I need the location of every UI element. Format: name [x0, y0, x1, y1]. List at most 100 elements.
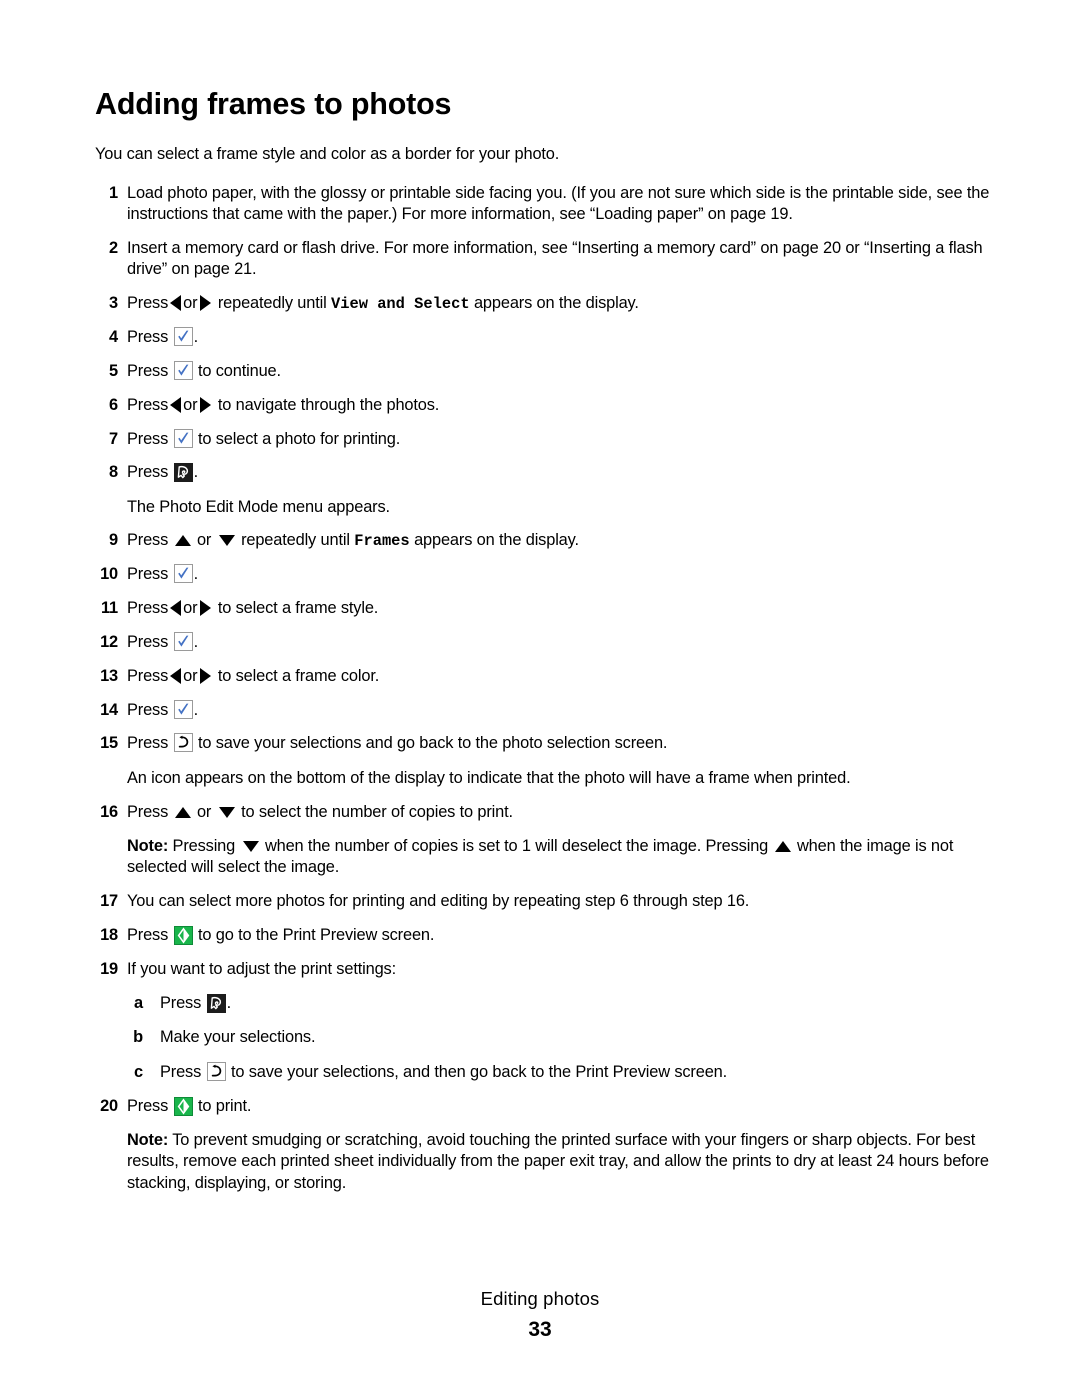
step-item: 12 Press .: [95, 631, 995, 653]
step-text-mid: or: [183, 599, 198, 618]
step-item: 9 Press or repeatedly until Frames appea…: [95, 530, 995, 551]
step-text-pre: Press: [127, 565, 169, 584]
step-text-tail: to navigate through the photos.: [217, 395, 440, 414]
step-text-pre: Press: [127, 361, 169, 380]
step-text-tail: .: [193, 463, 199, 482]
substeps-list: a Press . b Make your selections. c Pres…: [127, 993, 995, 1083]
left-arrow-icon: [170, 396, 182, 413]
substep-item: c Press to save your selections, and the…: [127, 1061, 995, 1083]
step-item: 17 You can select more photos for printi…: [95, 891, 995, 912]
step-number: 17: [100, 892, 118, 911]
step-number: 5: [109, 361, 118, 380]
step-text: Press to continue.: [127, 360, 995, 382]
step-text: Press or to select a frame style.: [127, 598, 995, 619]
step-text-pre: Press: [127, 734, 169, 753]
left-arrow-icon: [170, 600, 182, 617]
step-item: 6 Press or to navigate through the photos…: [95, 395, 995, 416]
step-item: 13 Press or to select a frame color.: [95, 666, 995, 687]
step-text: Press or repeatedly until View and Select…: [127, 293, 995, 314]
right-arrow-icon: [200, 295, 212, 312]
start-button-icon: [173, 1096, 193, 1116]
display-message: Frames: [354, 532, 410, 551]
down-arrow-icon: [242, 840, 259, 852]
note-block: Note: Pressing when the number of copies…: [127, 836, 995, 879]
step-text: Press . The Photo Edit Mode menu appears…: [127, 462, 995, 518]
page-title: Adding frames to photos: [95, 87, 452, 121]
footer-page-number: 33: [528, 1318, 552, 1341]
step-item: 7 Press to select a photo for printing.: [95, 428, 995, 450]
check-button-icon: [173, 631, 193, 651]
step-number: 11: [100, 599, 118, 618]
page-content: Adding frames to photos You can select a…: [95, 87, 995, 1206]
step-text-pre: Press: [127, 463, 169, 482]
step-number: 1: [109, 183, 118, 202]
step-text: Insert a memory card or flash drive. For…: [127, 239, 983, 279]
check-button-icon: [173, 327, 193, 347]
right-arrow-icon: [200, 667, 212, 684]
document-page: Adding frames to photos You can select a…: [0, 0, 1080, 1397]
step-text: Press .: [127, 564, 995, 585]
step-item: 11 Press or to select a frame style.: [95, 598, 995, 619]
step-text-pre: Press: [127, 632, 169, 651]
step-number: 14: [100, 700, 118, 719]
step-text-tail: .: [193, 632, 199, 651]
step-number: 10: [100, 565, 118, 584]
step-text-tail: to print.: [197, 1096, 252, 1115]
step-text: Press .: [127, 631, 995, 653]
check-button-icon: [173, 564, 193, 584]
step-number: 19: [100, 959, 118, 978]
right-arrow-icon: [200, 600, 212, 617]
step-text-mid: or: [196, 802, 212, 821]
step-text-mid: or: [196, 531, 212, 550]
step-text-mid: or: [183, 666, 198, 685]
step-text-pre: Press: [127, 429, 169, 448]
step-text: Press to go to the Print Preview screen.: [127, 925, 995, 946]
step-item: 10 Press .: [95, 564, 995, 585]
note-text-a: Pressing: [172, 836, 236, 855]
substep-text: Make your selections.: [160, 1028, 316, 1047]
check-button-icon: [173, 699, 193, 719]
step-number: 13: [100, 666, 118, 685]
substep-letter: c: [134, 1062, 143, 1081]
step-text-pre: Press: [127, 666, 169, 685]
substep-text: Press to save your selections, and then …: [160, 1061, 727, 1081]
step-text: Load photo paper, with the glossy or pri…: [127, 183, 990, 224]
up-arrow-icon: [174, 806, 191, 818]
step-number: 2: [109, 239, 118, 258]
step-text-post: repeatedly until: [241, 531, 350, 550]
step-sub-paragraph: An icon appears on the bottom of the dis…: [127, 768, 851, 787]
step-number: 18: [100, 925, 118, 944]
step-text-tail: .: [193, 565, 199, 584]
check-button-icon: [173, 360, 193, 380]
substep-text-pre: Press: [160, 994, 202, 1013]
step-text: Press to print. Note: To prevent smudgin…: [127, 1096, 995, 1194]
down-arrow-icon: [218, 806, 235, 818]
substep-letter: a: [134, 994, 143, 1013]
step-item: 3 Press or repeatedly until View and Sele…: [95, 293, 995, 314]
step-number: 12: [100, 632, 118, 651]
menu-button-icon: [173, 463, 193, 483]
step-text-post: repeatedly until: [217, 294, 327, 313]
step-number: 4: [109, 328, 118, 347]
start-button-icon: [173, 925, 193, 945]
step-text: Press or to select the number of copies …: [127, 802, 995, 879]
note-block: Note: To prevent smudging or scratching,…: [127, 1130, 995, 1194]
step-text: You can select more photos for printing …: [127, 892, 750, 911]
substep-text-tail: .: [226, 994, 232, 1013]
step-item: 16 Press or to select the number of copi…: [95, 802, 995, 879]
step-text: Press or to select a frame color.: [127, 666, 995, 687]
step-text-tail: to continue.: [197, 361, 281, 380]
step-text-tail: to go to the Print Preview screen.: [197, 925, 435, 944]
note-label: Note:: [127, 1130, 169, 1149]
step-text-pre: Press: [127, 531, 169, 550]
left-arrow-icon: [170, 295, 182, 312]
step-text-main: If you want to adjust the print settings…: [127, 959, 397, 978]
step-text: Press .: [127, 327, 995, 348]
step-text-mid: or: [183, 395, 198, 414]
step-item: 8 Press . The Photo Edit Mode menu appea…: [95, 462, 995, 518]
page-footer: Editing photos 33: [0, 1288, 1080, 1342]
substep-text: Press .: [160, 994, 232, 1014]
substep-letter: b: [133, 1028, 143, 1047]
substep-text-pre: Press: [160, 1062, 202, 1081]
step-number: 15: [100, 734, 118, 753]
